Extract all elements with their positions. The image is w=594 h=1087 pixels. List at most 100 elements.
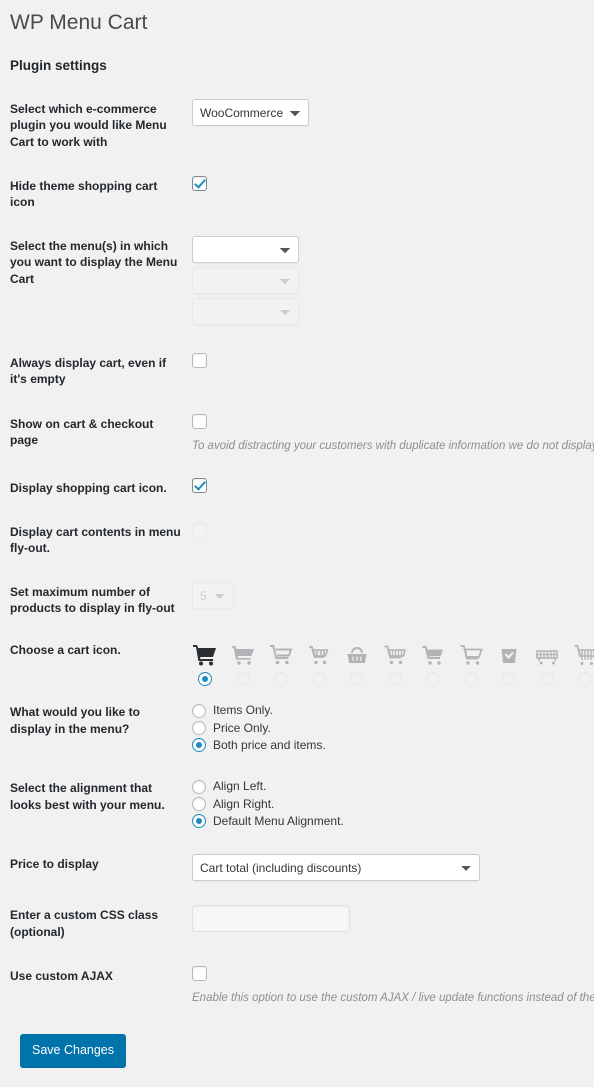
cart-icon-option-cart-wide-icon[interactable] (534, 640, 560, 686)
cart-thin-icon (459, 640, 483, 666)
cart-icon-option-cart-outline-icon[interactable] (268, 640, 294, 686)
alignment-radio-1[interactable] (192, 780, 206, 794)
row-cart-icon-chooser: Choose a cart icon. (10, 630, 594, 690)
alignment-option-left[interactable]: Align Left. (192, 778, 594, 794)
show-on-cart-checkout-help: To avoid distracting your customers with… (192, 439, 594, 454)
label-alignment: Select the alignment that looks best wit… (10, 766, 192, 842)
cart-filled-icon (231, 640, 255, 666)
price-to-display-select[interactable]: Cart total (including discounts) (192, 854, 480, 881)
menu-select-1[interactable] (192, 236, 299, 263)
alignment-radio-3[interactable] (192, 814, 206, 828)
alignment-label-3: Default Menu Alignment. (213, 813, 344, 829)
save-changes-button[interactable]: Save Changes (20, 1034, 126, 1068)
label-custom-ajax: Use custom AJAX (10, 954, 192, 1018)
cart-icon-option-cart-small-outline-icon[interactable] (306, 640, 332, 686)
cart-icon-option-bag-check-icon[interactable] (496, 640, 522, 686)
row-ecommerce-plugin: Select which e-commerce plugin you would… (10, 87, 594, 164)
cart-icon-radio-4[interactable] (312, 672, 326, 686)
hide-theme-icon-checkbox[interactable] (192, 176, 207, 191)
page-title: WP Menu Cart (10, 0, 594, 40)
alignment-option-default[interactable]: Default Menu Alignment. (192, 813, 594, 829)
section-title: Plugin settings (10, 40, 594, 73)
display-mode-radio-group: Items Only. Price Only. Both price and i… (192, 702, 594, 753)
display-mode-option-items-only[interactable]: Items Only. (192, 702, 594, 718)
display-mode-option-price-only[interactable]: Price Only. (192, 720, 594, 736)
submit-section: Save Changes (10, 1018, 594, 1087)
cart-simple-icon (421, 640, 445, 666)
menu-select-3 (192, 298, 299, 325)
display-cart-icon-checkbox[interactable] (192, 478, 207, 493)
cart-icon-radio-2[interactable] (236, 672, 250, 686)
custom-ajax-checkbox[interactable] (192, 966, 207, 981)
cart-icon-radio-3[interactable] (274, 672, 288, 686)
cart-icon-radio-9[interactable] (502, 672, 516, 686)
display-mode-radio-2[interactable] (192, 721, 206, 735)
display-mode-label-1: Items Only. (213, 702, 273, 718)
cart-icon-radio-6[interactable] (388, 672, 402, 686)
display-flyout-checkbox (192, 522, 207, 537)
row-price-to-display: Price to display Cart total (including d… (10, 842, 594, 893)
cart-icon-radio-8[interactable] (464, 672, 478, 686)
row-menu-select: Select the menu(s) in which you want to … (10, 224, 594, 341)
cart-lines-icon (573, 640, 594, 666)
row-alignment: Select the alignment that looks best wit… (10, 766, 594, 842)
display-mode-label-2: Price Only. (213, 720, 271, 736)
basket-icon (345, 640, 369, 666)
cart-wide-icon (535, 640, 559, 666)
custom-css-input[interactable] (192, 905, 350, 932)
cart-icon-radio-11[interactable] (578, 672, 592, 686)
cart-icon-radio-5[interactable] (350, 672, 364, 686)
label-show-on-cart-checkout: Show on cart & checkout page (10, 402, 192, 466)
display-mode-label-3: Both price and items. (213, 737, 326, 753)
cart-icon-option-cart-basket-outline-icon[interactable] (382, 640, 408, 686)
alignment-label-2: Align Right. (213, 796, 274, 812)
menu-select-2 (192, 267, 299, 294)
settings-page: WP Menu Cart Plugin settings Select whic… (0, 0, 594, 1087)
cart-small-outline-icon (307, 640, 331, 666)
alignment-label-1: Align Left. (213, 778, 266, 794)
alignment-option-right[interactable]: Align Right. (192, 796, 594, 812)
menu-select-stack (192, 236, 594, 325)
row-display-cart-icon: Display shopping cart icon. (10, 466, 594, 510)
row-show-on-cart-checkout: Show on cart & checkout page To avoid di… (10, 402, 594, 466)
label-always-display: Always display cart, even if it's empty (10, 341, 192, 401)
label-display-mode: What would you like to display in the me… (10, 690, 192, 766)
display-mode-radio-3[interactable] (192, 738, 206, 752)
cart-basket-outline-icon (383, 640, 407, 666)
cart-icon-option-cart-solid-icon[interactable] (192, 640, 218, 686)
alignment-radio-2[interactable] (192, 797, 206, 811)
label-cart-icon: Choose a cart icon. (10, 630, 192, 690)
cart-icon-option-cart-thin-icon[interactable] (458, 640, 484, 686)
cart-icon-option-cart-simple-icon[interactable] (420, 640, 446, 686)
label-custom-css: Enter a custom CSS class (optional) (10, 893, 192, 953)
label-display-cart-icon: Display shopping cart icon. (10, 466, 192, 510)
row-custom-ajax: Use custom AJAX Enable this option to us… (10, 954, 594, 1018)
cart-icon-option-basket-icon[interactable] (344, 640, 370, 686)
custom-ajax-help: Enable this option to use the custom AJA… (192, 991, 594, 1006)
settings-form-table: Select which e-commerce plugin you would… (10, 87, 594, 1017)
row-display-flyout: Display cart contents in menu fly-out. (10, 510, 594, 570)
bag-check-icon (497, 640, 521, 666)
display-mode-option-both[interactable]: Both price and items. (192, 737, 594, 753)
cart-solid-icon (193, 640, 217, 666)
cart-icon-radio-10[interactable] (540, 672, 554, 686)
show-on-cart-checkout-checkbox[interactable] (192, 414, 207, 429)
row-display-mode: What would you like to display in the me… (10, 690, 594, 766)
label-price-to-display: Price to display (10, 842, 192, 893)
cart-icon-radio-1[interactable] (198, 672, 212, 686)
max-products-select: 5 (192, 582, 234, 609)
display-mode-radio-1[interactable] (192, 704, 206, 718)
ecommerce-plugin-select[interactable]: WooCommerce (192, 99, 309, 126)
label-menu-select: Select the menu(s) in which you want to … (10, 224, 192, 341)
label-hide-theme-icon: Hide theme shopping cart icon (10, 164, 192, 224)
label-display-flyout: Display cart contents in menu fly-out. (10, 510, 192, 570)
row-custom-css: Enter a custom CSS class (optional) (10, 893, 594, 953)
cart-outline-icon (269, 640, 293, 666)
row-hide-theme-icon: Hide theme shopping cart icon (10, 164, 594, 224)
row-max-products: Set maximum number of products to displa… (10, 570, 594, 630)
cart-icon-option-cart-filled-icon[interactable] (230, 640, 256, 686)
alignment-radio-group: Align Left. Align Right. Default Menu Al… (192, 778, 594, 829)
cart-icon-option-cart-lines-icon[interactable] (572, 640, 594, 686)
cart-icon-radio-7[interactable] (426, 672, 440, 686)
always-display-checkbox[interactable] (192, 353, 207, 368)
